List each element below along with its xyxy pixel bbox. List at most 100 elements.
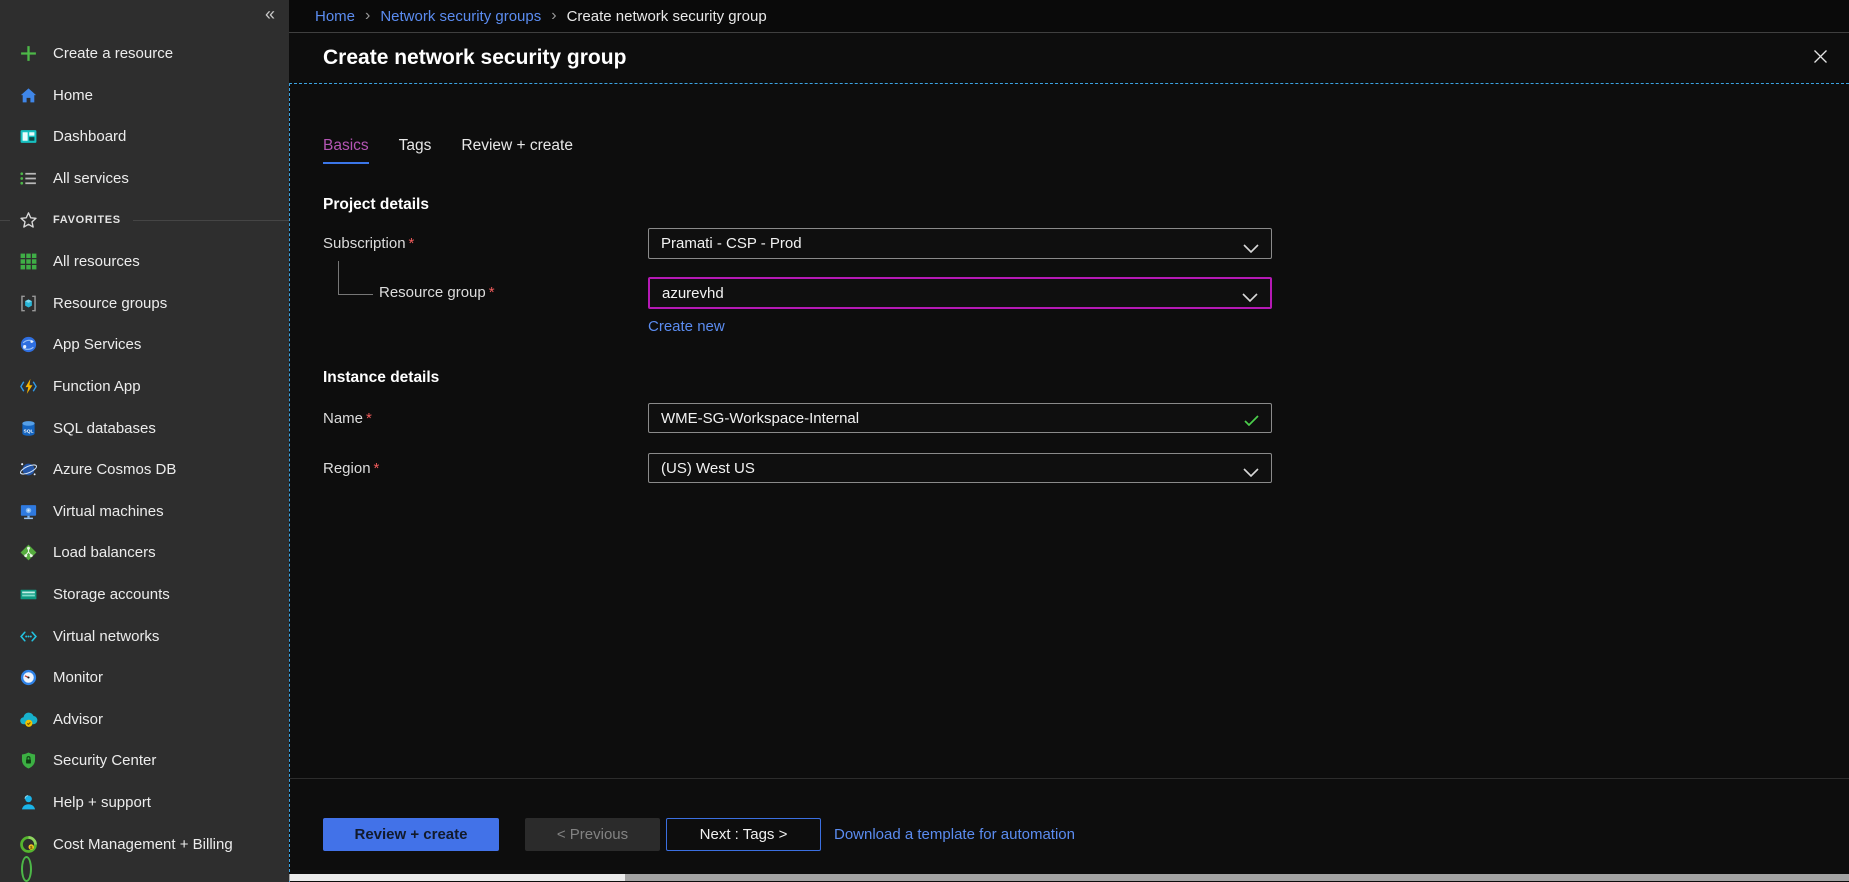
sidebar-item-virtual-machines[interactable]: Virtual machines: [0, 491, 289, 533]
name-value: WME-SG-Workspace-Internal: [661, 410, 859, 427]
sidebar-item-advisor[interactable]: Advisor: [0, 699, 289, 741]
sql-databases-icon: SQL: [19, 419, 38, 438]
sidebar-item-label: SQL databases: [53, 420, 156, 437]
tab-review-create[interactable]: Review + create: [461, 137, 573, 164]
security-center-icon: [19, 751, 38, 770]
favorites-divider: [133, 220, 289, 221]
sidebar-item-label: Home: [53, 87, 93, 104]
sidebar-item-label: All resources: [53, 253, 140, 270]
advisor-icon: [19, 710, 38, 729]
resource-group-connector-line: [338, 261, 373, 295]
close-icon[interactable]: [1809, 45, 1831, 67]
cosmos-db-icon: [19, 460, 38, 479]
tab-basics[interactable]: Basics: [323, 137, 369, 164]
subscription-dropdown[interactable]: Pramati - CSP - Prod: [648, 228, 1272, 259]
sidebar-item-label: Create a resource: [53, 45, 173, 62]
resource-group-value: azurevhd: [662, 285, 724, 302]
sidebar-item-label: Security Center: [53, 752, 156, 769]
sidebar-item-label: Azure Cosmos DB: [53, 461, 176, 478]
sidebar-item-app-services[interactable]: App Services: [0, 324, 289, 366]
chevron-down-icon: [1242, 289, 1258, 307]
svg-text:SQL: SQL: [24, 428, 34, 434]
sidebar-item-label: Dashboard: [53, 128, 126, 145]
sidebar-item-home[interactable]: Home: [0, 75, 289, 117]
sidebar-nav: Create a resource Home Dashboard All ser…: [0, 33, 289, 865]
required-asterisk: *: [409, 235, 415, 252]
instance-details-heading: Instance details: [323, 369, 439, 387]
breadcrumb-current: Create network security group: [567, 8, 767, 25]
horizontal-scrollbar-thumb[interactable]: [290, 874, 625, 881]
review-create-button[interactable]: Review + create: [323, 818, 499, 851]
sidebar-item-label: Help + support: [53, 794, 151, 811]
sidebar-item-security-center[interactable]: Security Center: [0, 740, 289, 782]
sidebar-item-all-resources[interactable]: All resources: [0, 241, 289, 283]
sidebar-item-resource-groups[interactable]: Resource groups: [0, 283, 289, 325]
required-asterisk: *: [366, 410, 372, 427]
virtual-machines-icon: [19, 502, 38, 521]
home-icon: [19, 86, 38, 105]
virtual-networks-icon: [19, 627, 38, 646]
svg-text:$: $: [30, 844, 33, 849]
sidebar-item-load-balancers[interactable]: Load balancers: [0, 532, 289, 574]
next-tags-button[interactable]: Next : Tags >: [666, 818, 821, 851]
main-area: Home › Network security groups › Create …: [289, 0, 1849, 882]
sidebar-item-label: Advisor: [53, 711, 103, 728]
sidebar-item-all-services[interactable]: All services: [0, 158, 289, 200]
region-label: Region*: [323, 460, 379, 477]
function-app-icon: [19, 377, 38, 396]
sidebar-item-label: Cost Management + Billing: [53, 836, 233, 853]
required-asterisk: *: [489, 284, 495, 301]
chevron-down-icon: [1243, 464, 1259, 482]
sidebar-item-help-support[interactable]: Help + support: [0, 782, 289, 824]
resource-group-dropdown[interactable]: azurevhd: [648, 277, 1272, 309]
sidebar-collapse-icon[interactable]: «: [265, 4, 275, 25]
sidebar-item-create-a-resource[interactable]: Create a resource: [0, 33, 289, 75]
sidebar-item-label: Resource groups: [53, 295, 167, 312]
star-icon: [19, 211, 38, 230]
monitor-icon: [19, 668, 38, 687]
sidebar-item-storage-accounts[interactable]: Storage accounts: [0, 574, 289, 616]
sidebar-item-sql-databases[interactable]: SQL SQL databases: [0, 407, 289, 449]
name-label: Name*: [323, 410, 372, 427]
download-template-link[interactable]: Download a template for automation: [834, 826, 1075, 843]
partially-visible-sidebar-icon: [21, 856, 32, 882]
horizontal-scrollbar[interactable]: [289, 874, 1849, 881]
region-value: (US) West US: [661, 460, 755, 477]
sidebar: « Create a resource Home Dashboard All s…: [0, 0, 289, 882]
name-input[interactable]: WME-SG-Workspace-Internal: [648, 403, 1272, 433]
dashboard-icon: [19, 127, 38, 146]
sidebar-item-virtual-networks[interactable]: Virtual networks: [0, 615, 289, 657]
breadcrumb-nsg-link[interactable]: Network security groups: [380, 8, 541, 25]
sidebar-item-monitor[interactable]: Monitor: [0, 657, 289, 699]
previous-button[interactable]: < Previous: [525, 818, 660, 851]
subscription-label: Subscription*: [323, 235, 414, 252]
sidebar-item-dashboard[interactable]: Dashboard: [0, 116, 289, 158]
sidebar-item-label: Virtual networks: [53, 628, 159, 645]
create-nsg-blade: Create network security group Basics Tag…: [289, 32, 1849, 882]
favorites-label: FAVORITES: [53, 214, 121, 226]
create-new-link[interactable]: Create new: [648, 318, 725, 335]
sidebar-item-function-app[interactable]: Function App: [0, 366, 289, 408]
sidebar-item-label: All services: [53, 170, 129, 187]
resource-group-label: Resource group*: [379, 284, 495, 301]
sidebar-item-azure-cosmos-db[interactable]: Azure Cosmos DB: [0, 449, 289, 491]
sidebar-item-label: Monitor: [53, 669, 103, 686]
sidebar-item-label: Virtual machines: [53, 503, 164, 520]
tab-tags[interactable]: Tags: [399, 137, 432, 164]
cost-management-icon: $: [19, 835, 38, 854]
footer-actions: Review + create < Previous Next : Tags >…: [323, 818, 1075, 851]
sidebar-item-label: Load balancers: [53, 544, 156, 561]
all-services-icon: [19, 169, 38, 188]
resource-groups-icon: [19, 294, 38, 313]
azure-portal: « Create a resource Home Dashboard All s…: [0, 0, 1849, 882]
sidebar-item-label: Function App: [53, 378, 141, 395]
sidebar-item-cost-management-billing[interactable]: $ Cost Management + Billing: [0, 823, 289, 865]
load-balancers-icon: [19, 543, 38, 562]
sidebar-item-label: Storage accounts: [53, 586, 170, 603]
sidebar-favorites-header: FAVORITES: [0, 199, 289, 241]
breadcrumb-separator-icon: ›: [551, 7, 556, 25]
breadcrumb-home-link[interactable]: Home: [315, 8, 355, 25]
help-support-icon: [19, 793, 38, 812]
region-dropdown[interactable]: (US) West US: [648, 453, 1272, 483]
subscription-value: Pramati - CSP - Prod: [661, 235, 802, 252]
